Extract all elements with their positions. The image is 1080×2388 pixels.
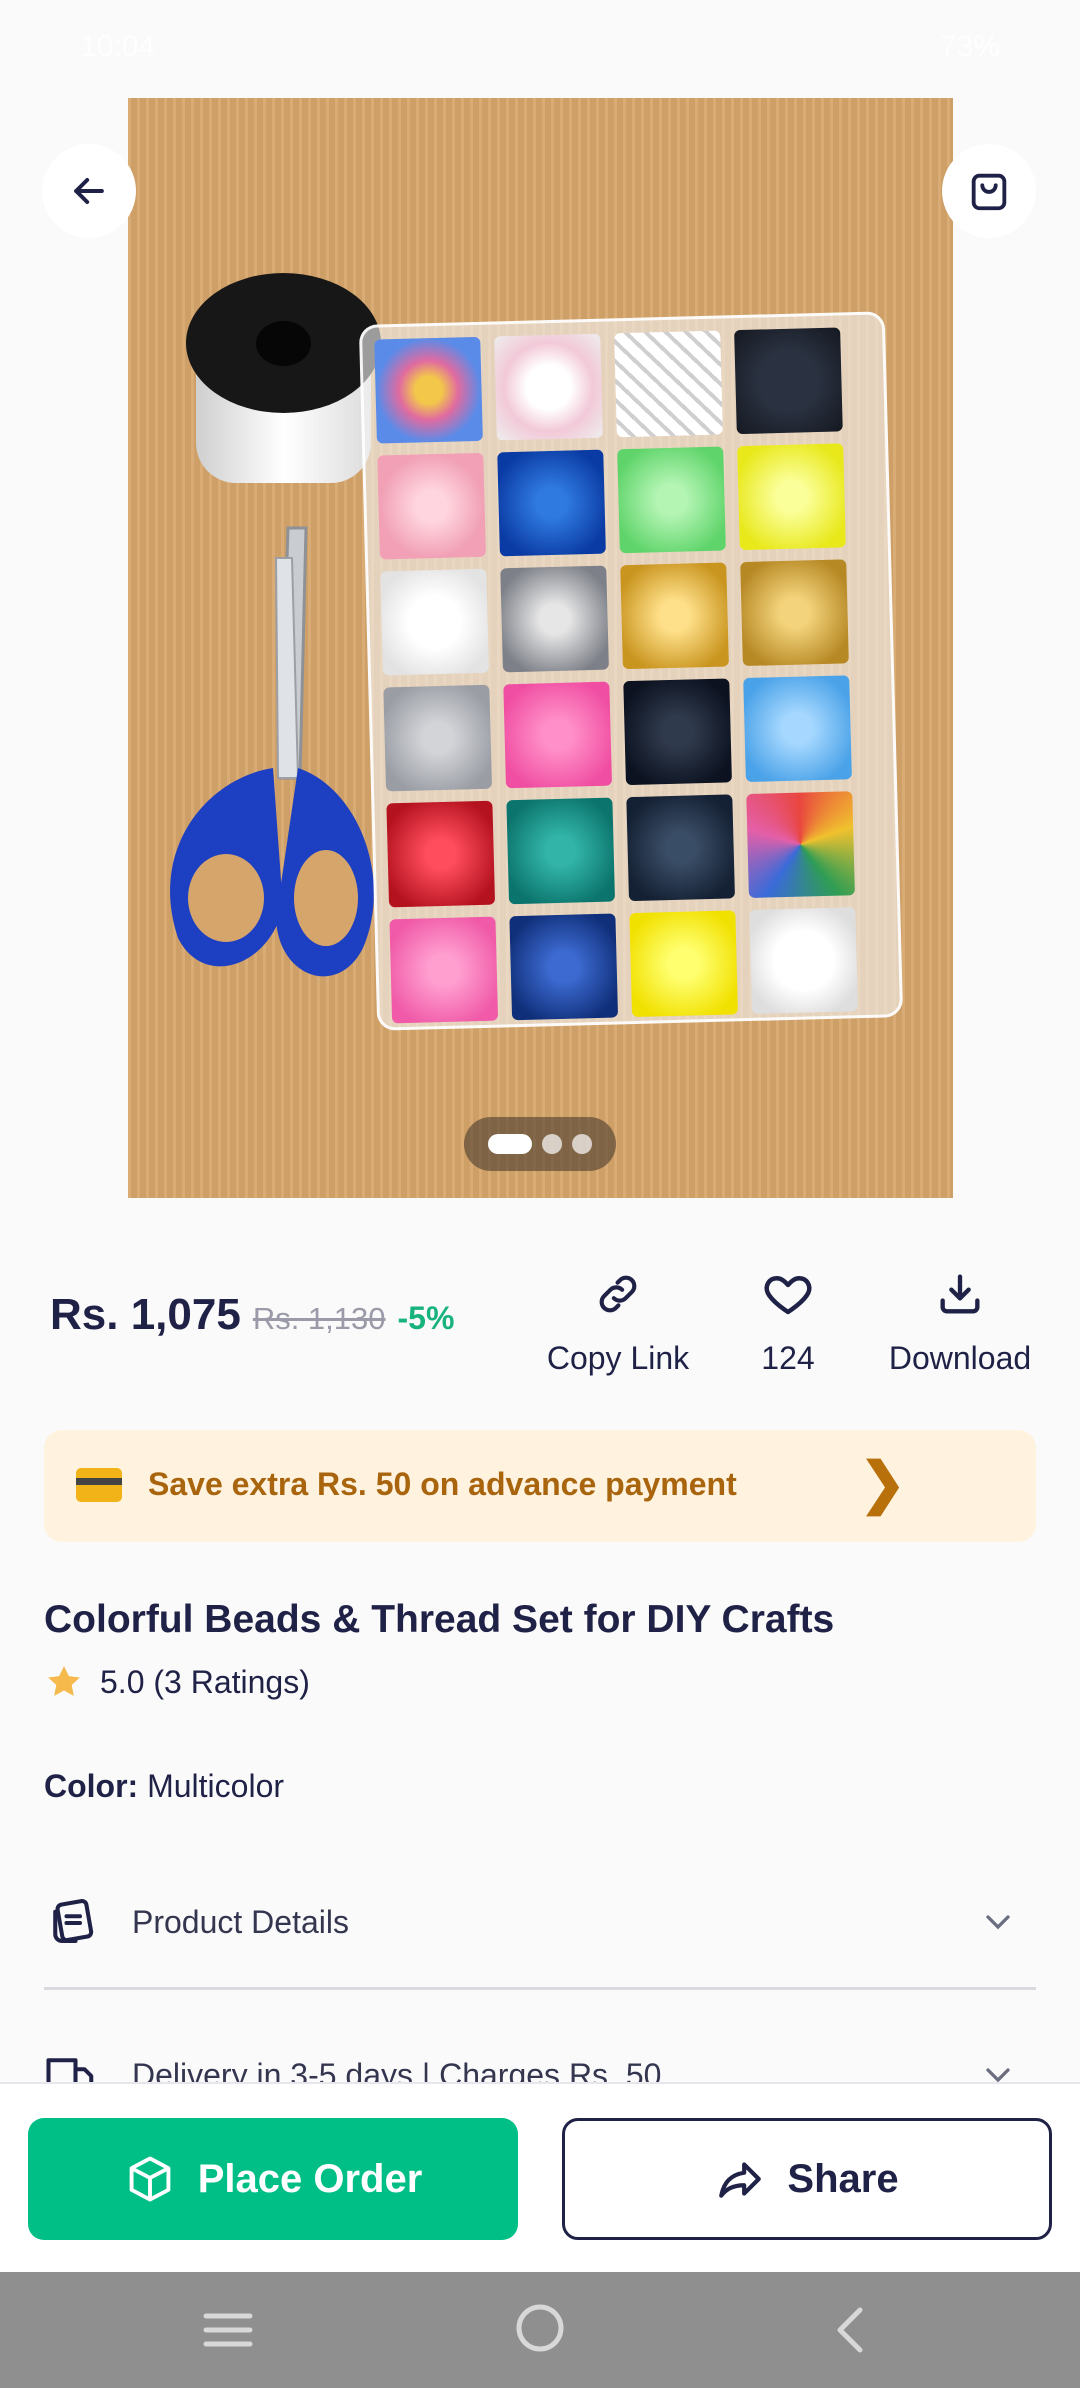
- discount-badge: -5%: [397, 1300, 455, 1336]
- product-image[interactable]: [128, 98, 953, 1198]
- download-label: Download: [888, 1340, 1032, 1376]
- price-row: Rs. 1,075 Rs. 1,130 -5%: [50, 1290, 454, 1340]
- thread-spool-illustration: [186, 273, 381, 503]
- like-count: 124: [761, 1340, 815, 1376]
- share-button[interactable]: Share: [562, 2118, 1052, 2240]
- heart-icon: [764, 1276, 812, 1315]
- carousel-indicator[interactable]: [464, 1117, 616, 1171]
- star-icon: [48, 1666, 80, 1696]
- scissors-illustration: [170, 526, 374, 977]
- place-order-label: Place Order: [197, 2156, 423, 2201]
- credit-card-icon: [76, 1468, 122, 1502]
- price: Rs. 1,075: [50, 1290, 241, 1339]
- system-back-icon[interactable]: [826, 2304, 874, 2356]
- menu-icon[interactable]: [200, 2306, 256, 2354]
- promo-text: Save extra Rs. 50 on advance payment: [148, 1466, 737, 1502]
- share-label: Share: [787, 2156, 899, 2201]
- system-nav-bar: [0, 2272, 1080, 2388]
- chevron-right-icon: ❯: [859, 1451, 906, 1514]
- document-icon: [53, 1898, 94, 1944]
- product-details-label: Product Details: [132, 1904, 349, 1940]
- place-order-button[interactable]: Place Order: [28, 2118, 518, 2240]
- advance-payment-banner[interactable]: Save extra Rs. 50 on advance payment ❯: [44, 1430, 1036, 1542]
- status-battery: 73%: [939, 30, 1000, 63]
- link-icon: [599, 1275, 637, 1313]
- divider: [44, 1987, 1036, 1990]
- copy-link-button[interactable]: Copy Link: [528, 1262, 708, 1377]
- back-button[interactable]: [42, 144, 136, 238]
- original-price: Rs. 1,130: [252, 1301, 386, 1336]
- like-button[interactable]: 124: [698, 1262, 878, 1377]
- share-arrow-icon: [719, 2162, 762, 2198]
- bead-organizer-box: [358, 311, 904, 1031]
- box-icon: [129, 2156, 171, 2202]
- arrow-left-icon: [74, 177, 104, 205]
- download-button[interactable]: Download: [870, 1262, 1050, 1377]
- product-title: Colorful Beads & Thread Set for DIY Craf…: [44, 1598, 835, 1641]
- status-bar: 10:04 73%: [0, 0, 1080, 96]
- product-details-accordion[interactable]: Product Details: [44, 1872, 1036, 1972]
- carousel-dot-2[interactable]: [542, 1134, 562, 1154]
- product-rating: 5.0 (3 Ratings): [44, 1662, 310, 1702]
- carousel-dot-3[interactable]: [572, 1134, 592, 1154]
- copy-link-label: Copy Link: [546, 1340, 690, 1376]
- rating-text: 5.0 (3 Ratings): [100, 1663, 310, 1700]
- color-value: Multicolor: [147, 1768, 285, 1804]
- download-icon: [940, 1274, 980, 1314]
- shopping-bag-icon: [971, 173, 1007, 211]
- carousel-dot-1[interactable]: [488, 1134, 532, 1154]
- color-label: Color:: [44, 1768, 139, 1804]
- chevron-down-icon: [986, 1915, 1010, 1930]
- home-icon[interactable]: [514, 2302, 566, 2354]
- cart-button[interactable]: [942, 144, 1036, 238]
- color-row: Color: Multicolor: [44, 1768, 284, 1805]
- status-time: 10:04: [80, 30, 156, 63]
